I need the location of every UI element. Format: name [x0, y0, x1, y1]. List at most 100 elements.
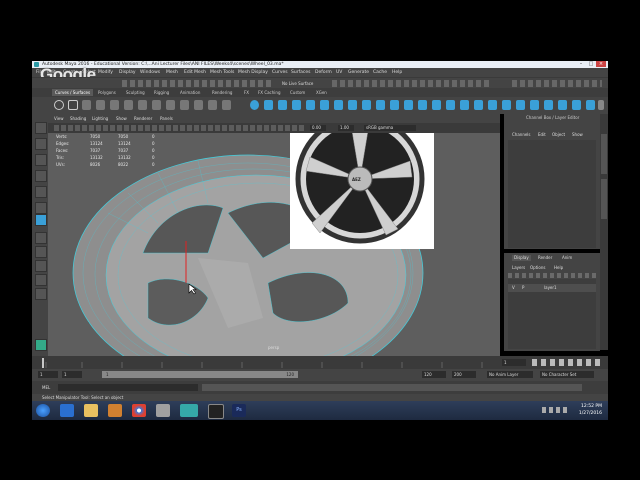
pencil-curve-icon[interactable]	[110, 100, 119, 110]
vp-menu-renderer[interactable]: Renderer	[134, 114, 152, 123]
side-tab-attribute-editor[interactable]	[601, 179, 607, 219]
start-button-icon[interactable]	[36, 404, 50, 417]
range-bar[interactable]: 1 120	[102, 371, 298, 378]
viewport-toolbar-icons[interactable]	[54, 125, 304, 131]
nurbs-square-icon[interactable]	[68, 100, 78, 110]
layout-graph-icon[interactable]	[35, 288, 47, 300]
side-tab-channel-box[interactable]	[601, 134, 607, 174]
insert-isoparm-icon[interactable]	[446, 100, 455, 110]
sculpt-surface-icon[interactable]	[544, 100, 553, 110]
nurbs-circle-icon[interactable]	[54, 100, 64, 110]
anim-layer-dropdown[interactable]: No Anim Layer	[487, 371, 533, 378]
gamma-field[interactable]: 1.00	[338, 125, 354, 131]
move-tool-icon[interactable]	[35, 170, 47, 182]
cb-menu-channels[interactable]: Channels	[512, 132, 531, 137]
layer-tab-display[interactable]: Display	[512, 255, 531, 261]
cv-curve-icon[interactable]	[82, 100, 91, 110]
start-frame-field[interactable]: 1	[38, 371, 58, 378]
menu-generate[interactable]: Generate	[348, 68, 369, 77]
range-end-field[interactable]: 120	[422, 371, 446, 378]
photoshop-icon[interactable]: Ps	[232, 404, 246, 417]
app-icon[interactable]	[156, 404, 170, 417]
channel-box-body[interactable]	[508, 140, 596, 248]
taskbar-clock[interactable]: 12:52 PM 1/27/2016	[579, 403, 602, 417]
minimize-button[interactable]: –	[576, 61, 586, 67]
range-start-field[interactable]: 1	[62, 371, 82, 378]
surface-reverse-icon[interactable]	[502, 100, 511, 110]
loft-icon[interactable]	[348, 100, 357, 110]
lasso-tool-icon[interactable]	[35, 138, 47, 150]
nurbs-plane-icon[interactable]	[306, 100, 315, 110]
last-tool-icon[interactable]	[35, 214, 47, 226]
character-set-dropdown[interactable]: No Character Set	[540, 371, 594, 378]
ie-icon[interactable]	[60, 404, 74, 417]
menu-uv[interactable]: UV	[336, 68, 342, 77]
shelf-tab-rendering[interactable]: Rendering	[212, 89, 232, 96]
menu-help[interactable]: Help	[392, 68, 402, 77]
revolve-icon[interactable]	[334, 100, 343, 110]
arc-tool-icon[interactable]	[124, 100, 133, 110]
system-tray-icons[interactable]	[542, 407, 568, 413]
bezier-curve-icon[interactable]	[138, 100, 147, 110]
cb-menu-show[interactable]: Show	[572, 132, 583, 137]
shelf-tab-fx-caching[interactable]: FX Caching	[258, 89, 280, 96]
stitch-icon[interactable]	[586, 100, 595, 110]
shelf-tab-sculpting[interactable]: Sculpting	[126, 89, 145, 96]
max-frame-field[interactable]: 200	[452, 371, 476, 378]
layout-single-icon[interactable]	[35, 232, 47, 244]
shelf-tab-rigging[interactable]: Rigging	[154, 89, 169, 96]
curve-rebuild-icon[interactable]	[180, 100, 189, 110]
nurbs-cylinder-icon[interactable]	[278, 100, 287, 110]
layer-toolbar-icons[interactable]	[508, 273, 596, 278]
exposure-field[interactable]: 0.00	[310, 125, 326, 131]
layer-name[interactable]: layer1	[544, 284, 557, 292]
menu-deform[interactable]: Deform	[315, 68, 332, 77]
layer-row[interactable]: V P layer1	[508, 284, 596, 292]
ep-curve-icon[interactable]	[96, 100, 105, 110]
layout-four-icon[interactable]	[35, 246, 47, 258]
menu-edit-mesh[interactable]: Edit Mesh	[184, 68, 206, 77]
mel-label[interactable]: MEL	[42, 384, 50, 391]
terminal-icon[interactable]	[208, 404, 224, 419]
shelf-tab-curves-surfaces[interactable]: Curves / Surfaces	[52, 89, 94, 96]
maximize-button[interactable]: □	[586, 61, 596, 67]
curve-detach-icon[interactable]	[166, 100, 175, 110]
surface-detach-icon[interactable]	[474, 100, 483, 110]
rotate-tool-icon[interactable]	[35, 186, 47, 198]
vp-menu-shading[interactable]: Shading	[70, 114, 86, 123]
maya-taskbar-icon[interactable]	[180, 404, 198, 417]
layer-menu-options[interactable]: Options	[530, 265, 545, 270]
chrome-icon[interactable]	[132, 404, 146, 417]
layer-tab-render[interactable]: Render	[538, 255, 552, 261]
layer-playback[interactable]: P	[522, 284, 524, 292]
boundary-icon[interactable]	[404, 100, 413, 110]
layer-tab-anim[interactable]: Anim	[562, 255, 572, 261]
bevel-plus-icon[interactable]	[432, 100, 441, 110]
menu-mesh-display[interactable]: Mesh Display	[238, 68, 268, 77]
vp-menu-panels[interactable]: Panels	[160, 114, 173, 123]
render-icons[interactable]	[332, 80, 492, 87]
menu-cache[interactable]: Cache	[373, 68, 387, 77]
playback-controls[interactable]	[532, 359, 604, 366]
colorspace-dropdown[interactable]: sRGB gamma	[364, 125, 416, 131]
square-surface-icon[interactable]	[418, 100, 427, 110]
shelf-tab-polygons[interactable]: Polygons	[98, 89, 116, 96]
layer-menu-help[interactable]: Help	[554, 265, 563, 270]
cb-menu-edit[interactable]: Edit	[538, 132, 546, 137]
nurbs-cone-icon[interactable]	[292, 100, 301, 110]
vp-menu-lighting[interactable]: Lighting	[92, 114, 108, 123]
close-button[interactable]: ×	[596, 61, 606, 67]
scale-tool-icon[interactable]	[35, 202, 47, 214]
project-curve-icon[interactable]	[558, 100, 567, 110]
media-player-icon[interactable]	[108, 404, 122, 417]
paint-select-icon[interactable]	[35, 154, 47, 166]
menu-modify[interactable]: Modify	[98, 68, 113, 77]
command-input[interactable]	[58, 384, 198, 391]
select-tool-icon[interactable]	[35, 122, 47, 134]
menu-mesh[interactable]: Mesh	[166, 68, 178, 77]
nurbs-cube-icon[interactable]	[264, 100, 273, 110]
menu-curves[interactable]: Curves	[272, 68, 288, 77]
curve-reverse-icon[interactable]	[194, 100, 203, 110]
extrude-icon[interactable]	[376, 100, 385, 110]
viewport-persp[interactable]: AEZ Verts: 7050 7050 0 Edges: 13124 1312…	[48, 133, 500, 356]
